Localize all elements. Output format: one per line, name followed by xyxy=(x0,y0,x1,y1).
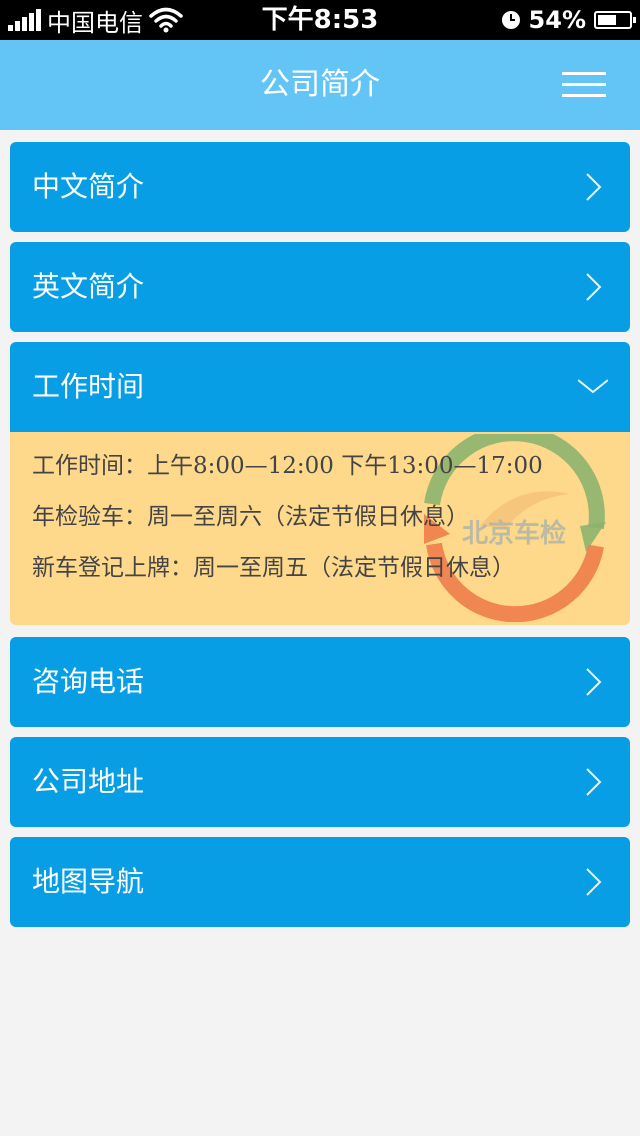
hamburger-menu-button[interactable] xyxy=(562,70,606,100)
chevron-right-icon xyxy=(586,868,602,896)
section-work-time[interactable]: 工作时间 xyxy=(10,342,630,432)
page-title: 公司简介 xyxy=(260,67,380,102)
section-accordion: 中文简介 英文简介 工作时间 北京车检 工作时间：上午8:00—12:00 下午… xyxy=(10,142,630,937)
section-consult-phone[interactable]: 咨询电话 xyxy=(10,637,630,727)
section-label: 中文简介 xyxy=(32,170,145,203)
annual-inspection-text: 年检验车：周一至周六（法定节假日休息） xyxy=(32,504,469,530)
work-time-panel: 北京车检 工作时间：上午8:00—12:00 下午13:00—17:00 年检验… xyxy=(10,432,630,625)
section-label: 咨询电话 xyxy=(32,665,145,698)
section-label: 地图导航 xyxy=(32,865,145,898)
chevron-right-icon xyxy=(586,768,602,796)
chevron-right-icon xyxy=(586,173,602,201)
section-company-address[interactable]: 公司地址 xyxy=(10,737,630,827)
work-hours-text: 工作时间：上午8:00—12:00 下午13:00—17:00 xyxy=(32,453,543,479)
hamburger-icon-line xyxy=(562,72,606,75)
chevron-right-icon xyxy=(586,273,602,301)
chevron-right-icon xyxy=(586,668,602,696)
new-car-registration-text: 新车登记上牌：周一至周五（法定节假日休息） xyxy=(32,555,515,581)
hamburger-icon-line xyxy=(562,94,606,97)
section-english-intro[interactable]: 英文简介 xyxy=(10,242,630,332)
section-map-navigation[interactable]: 地图导航 xyxy=(10,837,630,927)
app-header: 公司简介 xyxy=(0,40,640,130)
work-time-lines: 工作时间：上午8:00—12:00 下午13:00—17:00 年检验车：周一至… xyxy=(10,432,630,594)
chevron-down-icon xyxy=(578,379,608,394)
section-label: 公司地址 xyxy=(32,765,145,798)
clock-icon xyxy=(501,11,520,29)
battery-icon xyxy=(594,11,636,29)
status-right: 54% xyxy=(501,0,636,40)
hamburger-icon-line xyxy=(562,83,606,86)
status-bar: 中国电信 下午8:53 54% xyxy=(0,0,640,40)
battery-percent: 54% xyxy=(528,6,586,34)
section-chinese-intro[interactable]: 中文简介 xyxy=(10,142,630,232)
section-label: 工作时间 xyxy=(32,370,145,403)
section-label: 英文简介 xyxy=(32,270,145,303)
